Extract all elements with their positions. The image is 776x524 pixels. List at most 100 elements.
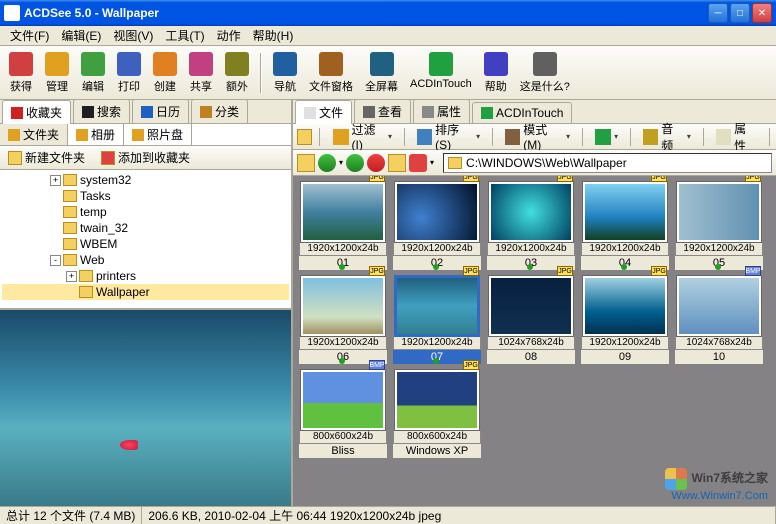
menu-item[interactable]: 文件(F) [4, 25, 55, 46]
filter-button[interactable]: ▾ [589, 126, 624, 148]
nav-folder-icon[interactable] [297, 154, 315, 172]
thumbnail[interactable]: JPG800x600x24bWindows XP [393, 370, 481, 458]
thumbnail[interactable]: JPG1920x1200x24b06 [299, 276, 387, 364]
menu-item[interactable]: 动作 [211, 25, 247, 46]
tree-item[interactable]: +system32 [2, 172, 289, 188]
toolbar-label: 获得 [10, 78, 32, 94]
folder-icon[interactable] [297, 129, 312, 145]
format-badge: JPG [463, 176, 479, 182]
thumbnail-image: BMP [677, 276, 761, 336]
tree-label: twain_32 [80, 221, 128, 235]
toolbar-button[interactable]: 导航 [268, 49, 302, 97]
nav-back-icon[interactable] [318, 154, 336, 172]
toolbar-button[interactable]: 共享 [184, 49, 218, 97]
tab-label: 日历 [156, 103, 180, 120]
left-tab[interactable]: 分类 [191, 99, 248, 123]
dropdown-icon[interactable]: ▾ [339, 158, 343, 167]
thumbnail-grid[interactable]: JPG1920x1200x24b01JPG1920x1200x24b02JPG1… [293, 176, 776, 506]
thumbnail[interactable]: BMP800x600x24bBliss [299, 370, 387, 458]
dropdown-icon[interactable]: ▾ [687, 132, 691, 141]
menu-item[interactable]: 帮助(H) [247, 25, 300, 46]
tree-item[interactable]: Tasks [2, 188, 289, 204]
minimize-button[interactable]: ─ [708, 3, 728, 23]
thumbnail[interactable]: BMP1024x768x24b10 [675, 276, 763, 364]
button-label: 排序(S) [435, 121, 473, 152]
thumbnail[interactable]: JPG1920x1200x24b07 [393, 276, 481, 364]
dropdown-icon[interactable]: ▾ [430, 158, 434, 167]
toolbar-button[interactable]: 文件窗格 [304, 49, 358, 97]
thumbnail[interactable]: JPG1920x1200x24b09 [581, 276, 669, 364]
left-subtab[interactable]: 照片盘 [124, 124, 192, 145]
left-subtab[interactable]: 相册 [68, 124, 124, 145]
format-badge: JPG [745, 176, 761, 182]
folder-icon [63, 254, 77, 266]
close-button[interactable]: ✕ [752, 3, 772, 23]
pin-icon [433, 358, 439, 364]
toolbar-icon [370, 52, 394, 76]
nav-up-icon[interactable] [388, 154, 406, 172]
toolbar-button[interactable]: ACDInTouch [405, 49, 477, 97]
path-input[interactable]: C:\WINDOWS\Web\Wallpaper [443, 153, 772, 173]
add-favorite-label: 添加到收藏夹 [118, 149, 190, 166]
toolbar-button[interactable]: 创建 [148, 49, 182, 97]
toolbar-label: 这是什么? [520, 78, 570, 94]
pin-icon [715, 264, 721, 270]
toolbar-button[interactable]: 帮助 [479, 49, 513, 97]
tree-item[interactable]: -Web [2, 252, 289, 268]
tree-item[interactable]: +printers [2, 268, 289, 284]
nav-forward-icon[interactable] [346, 154, 364, 172]
folder-tree[interactable]: +system32Taskstemptwain_32WBEM-Web+print… [0, 170, 291, 308]
tree-toggle-icon[interactable]: + [66, 271, 77, 282]
menu-item[interactable]: 编辑(E) [55, 25, 107, 46]
left-tab[interactable]: 日历 [132, 99, 189, 123]
toolbar-button[interactable]: 打印 [112, 49, 146, 97]
thumbnail-image: JPG [301, 276, 385, 336]
new-folder-label: 新建文件夹 [25, 149, 85, 166]
left-subtab[interactable]: 文件夹 [0, 124, 68, 145]
dropdown-icon[interactable]: ▾ [566, 132, 570, 141]
tree-item[interactable]: twain_32 [2, 220, 289, 236]
toolbar-button[interactable]: 编辑 [76, 49, 110, 97]
new-folder-button[interactable]: 新建文件夹 [4, 147, 89, 168]
left-tab[interactable]: 搜索 [73, 99, 130, 123]
menu-item[interactable]: 工具(T) [159, 25, 210, 46]
left-tab[interactable]: 收藏夹 [2, 100, 71, 124]
tree-item[interactable]: Wallpaper [2, 284, 289, 300]
button-icon [505, 129, 520, 145]
thumbnail[interactable]: JPG1920x1200x24b05 [675, 182, 763, 270]
nav-fav-icon[interactable] [409, 154, 427, 172]
tree-toggle-icon[interactable]: - [50, 255, 61, 266]
thumbnail[interactable]: JPG1024x768x24b08 [487, 276, 575, 364]
subtab-label: 相册 [91, 126, 115, 143]
menu-bar: 文件(F)编辑(E)视图(V)工具(T)动作帮助(H) [0, 26, 776, 46]
menu-item[interactable]: 视图(V) [107, 25, 159, 46]
tab-icon [141, 106, 153, 118]
toolbar-button[interactable]: 这是什么? [515, 49, 575, 97]
tab-label: 搜索 [97, 103, 121, 120]
add-favorite-button[interactable]: 添加到收藏夹 [97, 147, 194, 168]
path-folder-icon [448, 157, 462, 169]
dropdown-icon[interactable]: ▾ [614, 132, 618, 141]
maximize-button[interactable]: □ [730, 3, 750, 23]
tree-item[interactable]: WBEM [2, 236, 289, 252]
toolbar-button[interactable]: 全屏幕 [360, 49, 403, 97]
tree-item[interactable]: temp [2, 204, 289, 220]
separator [319, 128, 320, 146]
format-badge: BMP [369, 360, 385, 370]
right-tab[interactable]: 文件 [295, 100, 352, 124]
thumbnail[interactable]: JPG1920x1200x24b04 [581, 182, 669, 270]
thumbnail[interactable]: JPG1920x1200x24b01 [299, 182, 387, 270]
thumbnail[interactable]: JPG1920x1200x24b03 [487, 182, 575, 270]
thumbnail[interactable]: JPG1920x1200x24b02 [393, 182, 481, 270]
toolbar-button[interactable]: 额外 [220, 49, 254, 97]
dropdown-icon[interactable]: ▾ [476, 132, 480, 141]
right-toolbar: 过滤(I)▾排序(S)▾模式(M)▾▾音频▾属性 [293, 124, 776, 150]
folder-icon [79, 270, 93, 282]
toolbar-button[interactable]: 管理 [40, 49, 74, 97]
tree-toggle-icon[interactable]: + [50, 175, 61, 186]
nav-stop-icon[interactable] [367, 154, 385, 172]
toolbar-button[interactable]: 获得 [4, 49, 38, 97]
preview-image-detail [120, 440, 138, 450]
dropdown-icon[interactable]: ▾ [388, 132, 392, 141]
toolbar-label: 管理 [46, 78, 68, 94]
